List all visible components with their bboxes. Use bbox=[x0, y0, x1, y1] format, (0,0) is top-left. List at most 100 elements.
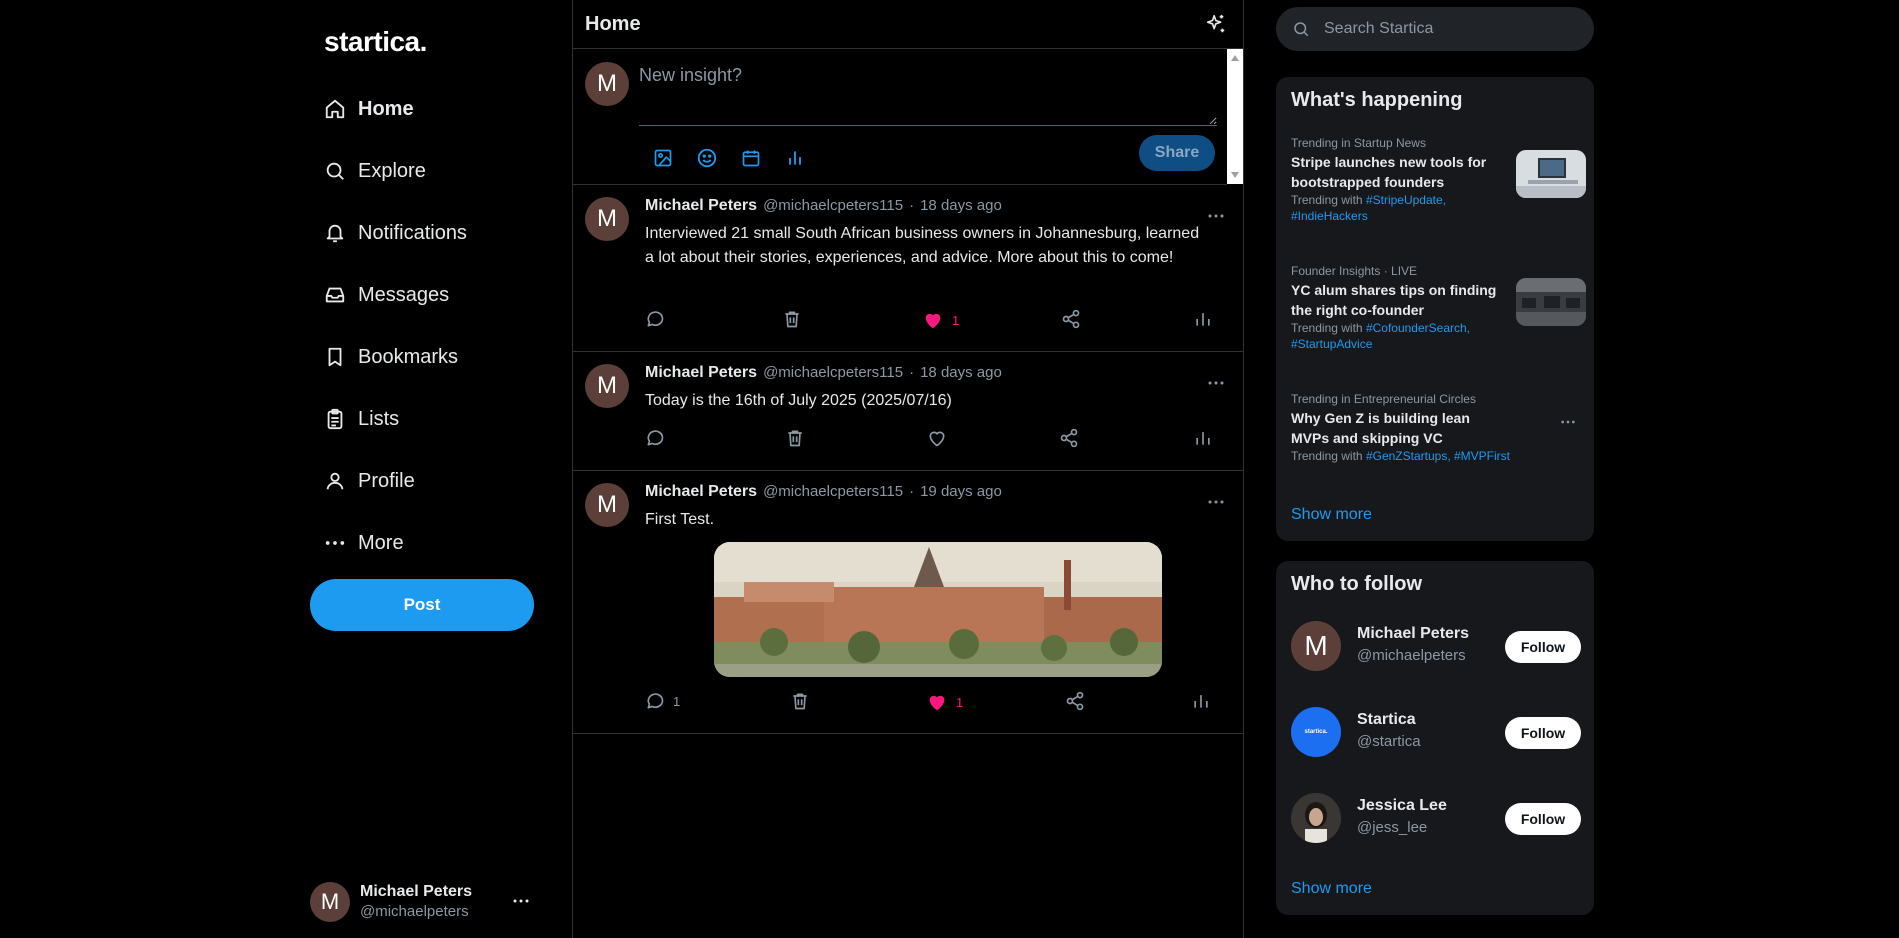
trend-title: Why Gen Z is building lean MVPs and skip… bbox=[1291, 410, 1470, 446]
analytics-button[interactable] bbox=[1191, 691, 1211, 711]
poll-icon[interactable] bbox=[779, 142, 811, 174]
analytics-button[interactable] bbox=[1193, 428, 1213, 448]
reply-button[interactable] bbox=[645, 428, 665, 448]
post-author-name[interactable]: Michael Peters bbox=[645, 483, 757, 500]
share-post-button[interactable] bbox=[1061, 309, 1081, 329]
nav-item-more[interactable]: More bbox=[322, 523, 404, 563]
nav-item-bookmarks[interactable]: Bookmarks bbox=[322, 337, 458, 377]
like-button[interactable]: 1 bbox=[926, 691, 963, 713]
reply-button[interactable]: 1 bbox=[645, 691, 680, 711]
post-text: Interviewed 21 small South African busin… bbox=[645, 225, 1200, 266]
nav-label: Messages bbox=[358, 283, 450, 306]
follow-button[interactable]: Follow bbox=[1505, 631, 1581, 663]
post-button[interactable]: Post bbox=[310, 579, 534, 631]
avatar: M bbox=[585, 62, 629, 106]
main-header: Home bbox=[573, 0, 1243, 49]
scroll-up-arrow-icon[interactable] bbox=[1231, 55, 1239, 61]
nav-label: More bbox=[358, 531, 404, 554]
nav-item-profile[interactable]: Profile bbox=[322, 461, 415, 501]
share-post-button[interactable] bbox=[1065, 691, 1085, 711]
more-options-icon[interactable] bbox=[512, 892, 530, 910]
avatar[interactable]: M bbox=[585, 483, 629, 527]
nav-label: Explore bbox=[358, 159, 426, 182]
share-icon bbox=[1061, 309, 1081, 329]
compose-input[interactable] bbox=[639, 61, 1217, 126]
hashtag-link[interactable]: #IndieHackers bbox=[1291, 209, 1368, 223]
image-icon[interactable] bbox=[647, 142, 679, 174]
trend-thumbnail bbox=[1516, 150, 1586, 198]
more-options-icon[interactable] bbox=[1207, 374, 1225, 392]
account-switcher[interactable]: M Michael Peters @michaelpeters bbox=[310, 880, 540, 924]
analytics-button[interactable] bbox=[1193, 309, 1213, 329]
suggestion-name: Jessica Lee bbox=[1357, 797, 1447, 814]
clipboard-icon bbox=[322, 406, 348, 432]
post[interactable]: M Michael Peters @michaelcpeters115 · 18 da… bbox=[573, 352, 1243, 471]
bar-chart-icon bbox=[1193, 428, 1213, 448]
nav-item-notifications[interactable]: Notifications bbox=[322, 213, 467, 253]
hashtag-link[interactable]: #CofounderSearch, bbox=[1366, 321, 1470, 335]
delete-button[interactable] bbox=[785, 428, 805, 448]
trend-item[interactable]: Trending in Startup News Stripe launches… bbox=[1291, 136, 1586, 224]
bar-chart-icon bbox=[1191, 691, 1211, 711]
avatar: M bbox=[310, 882, 350, 922]
avatar: startica. bbox=[1291, 707, 1341, 757]
share-button[interactable]: Share bbox=[1139, 135, 1215, 171]
share-icon bbox=[1065, 691, 1085, 711]
left-sidebar: startica. Home Explore Notifications Mes… bbox=[310, 0, 540, 938]
bell-icon bbox=[322, 220, 348, 246]
trend-item[interactable]: Trending in Entrepreneurial Circles Why … bbox=[1291, 392, 1586, 464]
post-image[interactable] bbox=[714, 542, 1162, 677]
delete-button[interactable] bbox=[782, 309, 802, 329]
reply-button[interactable] bbox=[645, 309, 665, 329]
post-actions: 1 bbox=[645, 309, 1215, 337]
post-author-handle: @michaelcpeters115 bbox=[763, 483, 904, 500]
trend-category: Founder Insights · LIVE bbox=[1291, 264, 1418, 278]
avatar[interactable]: M bbox=[585, 197, 629, 241]
follow-button[interactable]: Follow bbox=[1505, 803, 1581, 835]
startica-logo[interactable]: startica. bbox=[324, 26, 427, 58]
hashtag-link[interactable]: #StartupAdvice bbox=[1291, 337, 1372, 351]
comment-icon bbox=[645, 309, 665, 329]
show-more-link[interactable]: Show more bbox=[1291, 880, 1372, 898]
account-name: Michael Peters bbox=[360, 883, 473, 900]
avatar[interactable]: M bbox=[585, 364, 629, 408]
like-button[interactable] bbox=[927, 428, 955, 448]
more-options-icon[interactable] bbox=[1207, 493, 1225, 511]
follow-suggestion[interactable]: startica. Startica @startica Follow bbox=[1291, 707, 1581, 759]
hashtag-link[interactable]: #MVPFirst bbox=[1454, 449, 1510, 463]
calendar-icon[interactable] bbox=[735, 142, 767, 174]
trend-item[interactable]: Founder Insights · LIVE YC alum shares t… bbox=[1291, 264, 1586, 352]
post-actions bbox=[645, 428, 1215, 456]
nav-item-home[interactable]: Home bbox=[322, 89, 414, 129]
hashtag-link[interactable]: #StripeUpdate, bbox=[1366, 193, 1446, 207]
more-options-icon[interactable] bbox=[1560, 414, 1576, 430]
like-count: 1 bbox=[956, 694, 964, 710]
post-author-name[interactable]: Michael Peters bbox=[645, 197, 757, 214]
post-timestamp: 18 days ago bbox=[920, 364, 1002, 381]
nav-item-explore[interactable]: Explore bbox=[322, 151, 426, 191]
share-post-button[interactable] bbox=[1059, 428, 1079, 448]
compose-box: M Share bbox=[573, 49, 1227, 185]
nav-item-messages[interactable]: Messages bbox=[322, 275, 449, 315]
delete-button[interactable] bbox=[790, 691, 810, 711]
search-input[interactable] bbox=[1322, 19, 1576, 39]
search-bar[interactable] bbox=[1276, 7, 1594, 51]
nav-item-lists[interactable]: Lists bbox=[322, 399, 399, 439]
more-options-icon[interactable] bbox=[1207, 207, 1225, 225]
nav-label: Home bbox=[358, 97, 414, 120]
follow-button[interactable]: Follow bbox=[1505, 717, 1581, 749]
panel-title: What's happening bbox=[1291, 89, 1463, 111]
suggestion-name: Michael Peters bbox=[1357, 625, 1470, 642]
like-button[interactable]: 1 bbox=[922, 309, 959, 331]
follow-suggestion[interactable]: M Michael Peters @michaelpeters Follow bbox=[1291, 621, 1581, 673]
sparkle-icon[interactable] bbox=[1205, 13, 1227, 35]
compose-scrollbar[interactable] bbox=[1227, 49, 1243, 184]
hashtag-link[interactable]: #GenZStartups, bbox=[1366, 449, 1451, 463]
emoji-icon[interactable] bbox=[691, 142, 723, 174]
post[interactable]: M Michael Peters @michaelcpeters115 · 18 da… bbox=[573, 185, 1243, 352]
post-author-name[interactable]: Michael Peters bbox=[645, 364, 757, 381]
show-more-link[interactable]: Show more bbox=[1291, 506, 1372, 524]
scroll-down-arrow-icon[interactable] bbox=[1231, 172, 1239, 178]
follow-suggestion[interactable]: Jessica Lee @jess_lee Follow bbox=[1291, 793, 1581, 845]
post-text: First Test. bbox=[645, 511, 715, 528]
